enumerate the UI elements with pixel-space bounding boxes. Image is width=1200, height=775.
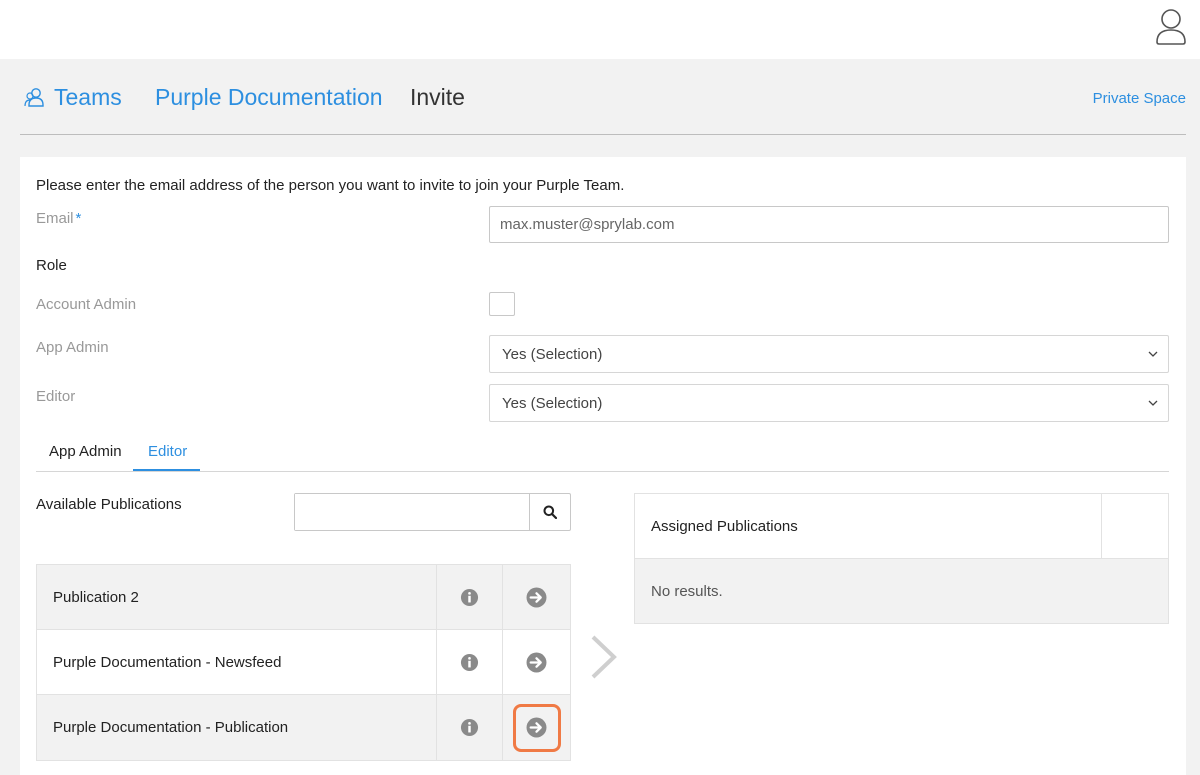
publication-name: Purple Documentation - Publication [37, 695, 437, 760]
editor-select[interactable]: Yes (Selection) [489, 384, 1169, 422]
breadcrumb-teams-label: Teams [54, 84, 122, 110]
assigned-publications-title: Assigned Publications [635, 494, 1102, 558]
email-label-text: Email [36, 210, 74, 227]
info-icon [460, 718, 479, 737]
table-row: Publication 2 [37, 565, 570, 630]
user-avatar-icon[interactable] [1154, 8, 1188, 46]
email-label: Email * [36, 210, 81, 227]
app-admin-label: App Admin [36, 339, 109, 356]
editor-select-value: Yes (Selection) [502, 394, 603, 412]
publication-search [294, 493, 571, 531]
role-tabs: App Admin Editor [36, 435, 1169, 472]
account-admin-label: Account Admin [36, 296, 137, 313]
assigned-publications-table: Assigned Publications No results. [634, 493, 1169, 624]
invite-form-card: Please enter the email address of the pe… [20, 157, 1186, 775]
publication-name: Publication 2 [37, 565, 437, 629]
info-button[interactable] [437, 630, 503, 694]
available-publications-title: Available Publications [36, 496, 182, 513]
table-row: Purple Documentation - Publication [37, 695, 570, 760]
info-button[interactable] [437, 565, 503, 629]
add-publication-button[interactable] [503, 630, 570, 694]
required-marker: * [75, 210, 82, 227]
search-button[interactable] [529, 494, 570, 530]
chevron-down-icon [1148, 351, 1158, 357]
tab-editor[interactable]: Editor [148, 443, 187, 460]
assigned-empty-state: No results. [635, 559, 1168, 623]
breadcrumb-current: Invite [410, 84, 465, 110]
page-header: Teams Purple Documentation Invite Privat… [20, 60, 1186, 135]
breadcrumb-teams[interactable]: Teams [24, 84, 122, 111]
role-heading: Role [36, 257, 67, 274]
chevron-down-icon [1148, 400, 1158, 406]
publication-search-input[interactable] [295, 494, 529, 530]
arrow-right-circle-icon [526, 652, 547, 672]
arrow-right-circle-icon [526, 587, 547, 607]
editor-label: Editor [36, 388, 76, 405]
assigned-table-header: Assigned Publications [635, 494, 1168, 559]
table-row: Purple Documentation - Newsfeed [37, 630, 570, 695]
arrow-right-circle-icon [526, 717, 547, 738]
app-admin-select[interactable]: Yes (Selection) [489, 335, 1169, 373]
account-admin-checkbox[interactable] [489, 292, 515, 316]
highlight-box [512, 703, 561, 752]
add-publication-button[interactable] [503, 695, 570, 760]
assigned-action-column [1102, 494, 1168, 558]
breadcrumb-team-name[interactable]: Purple Documentation [155, 84, 383, 111]
app-admin-select-value: Yes (Selection) [502, 345, 603, 363]
info-icon [460, 588, 479, 606]
info-icon [460, 653, 479, 671]
publication-name: Purple Documentation - Newsfeed [37, 630, 437, 694]
add-publication-button[interactable] [503, 565, 570, 629]
info-button[interactable] [437, 695, 503, 760]
intro-text: Please enter the email address of the pe… [36, 177, 625, 194]
teams-icon [24, 87, 44, 107]
top-bar [0, 0, 1200, 59]
tab-app-admin[interactable]: App Admin [49, 443, 122, 460]
search-icon [543, 505, 557, 519]
email-field[interactable] [489, 206, 1169, 243]
available-publications-table: Publication 2 Purple Documentation - New… [36, 564, 571, 761]
private-space-link[interactable]: Private Space [1093, 90, 1186, 107]
transfer-chevron-icon [591, 635, 617, 679]
active-tab-indicator [133, 469, 200, 471]
